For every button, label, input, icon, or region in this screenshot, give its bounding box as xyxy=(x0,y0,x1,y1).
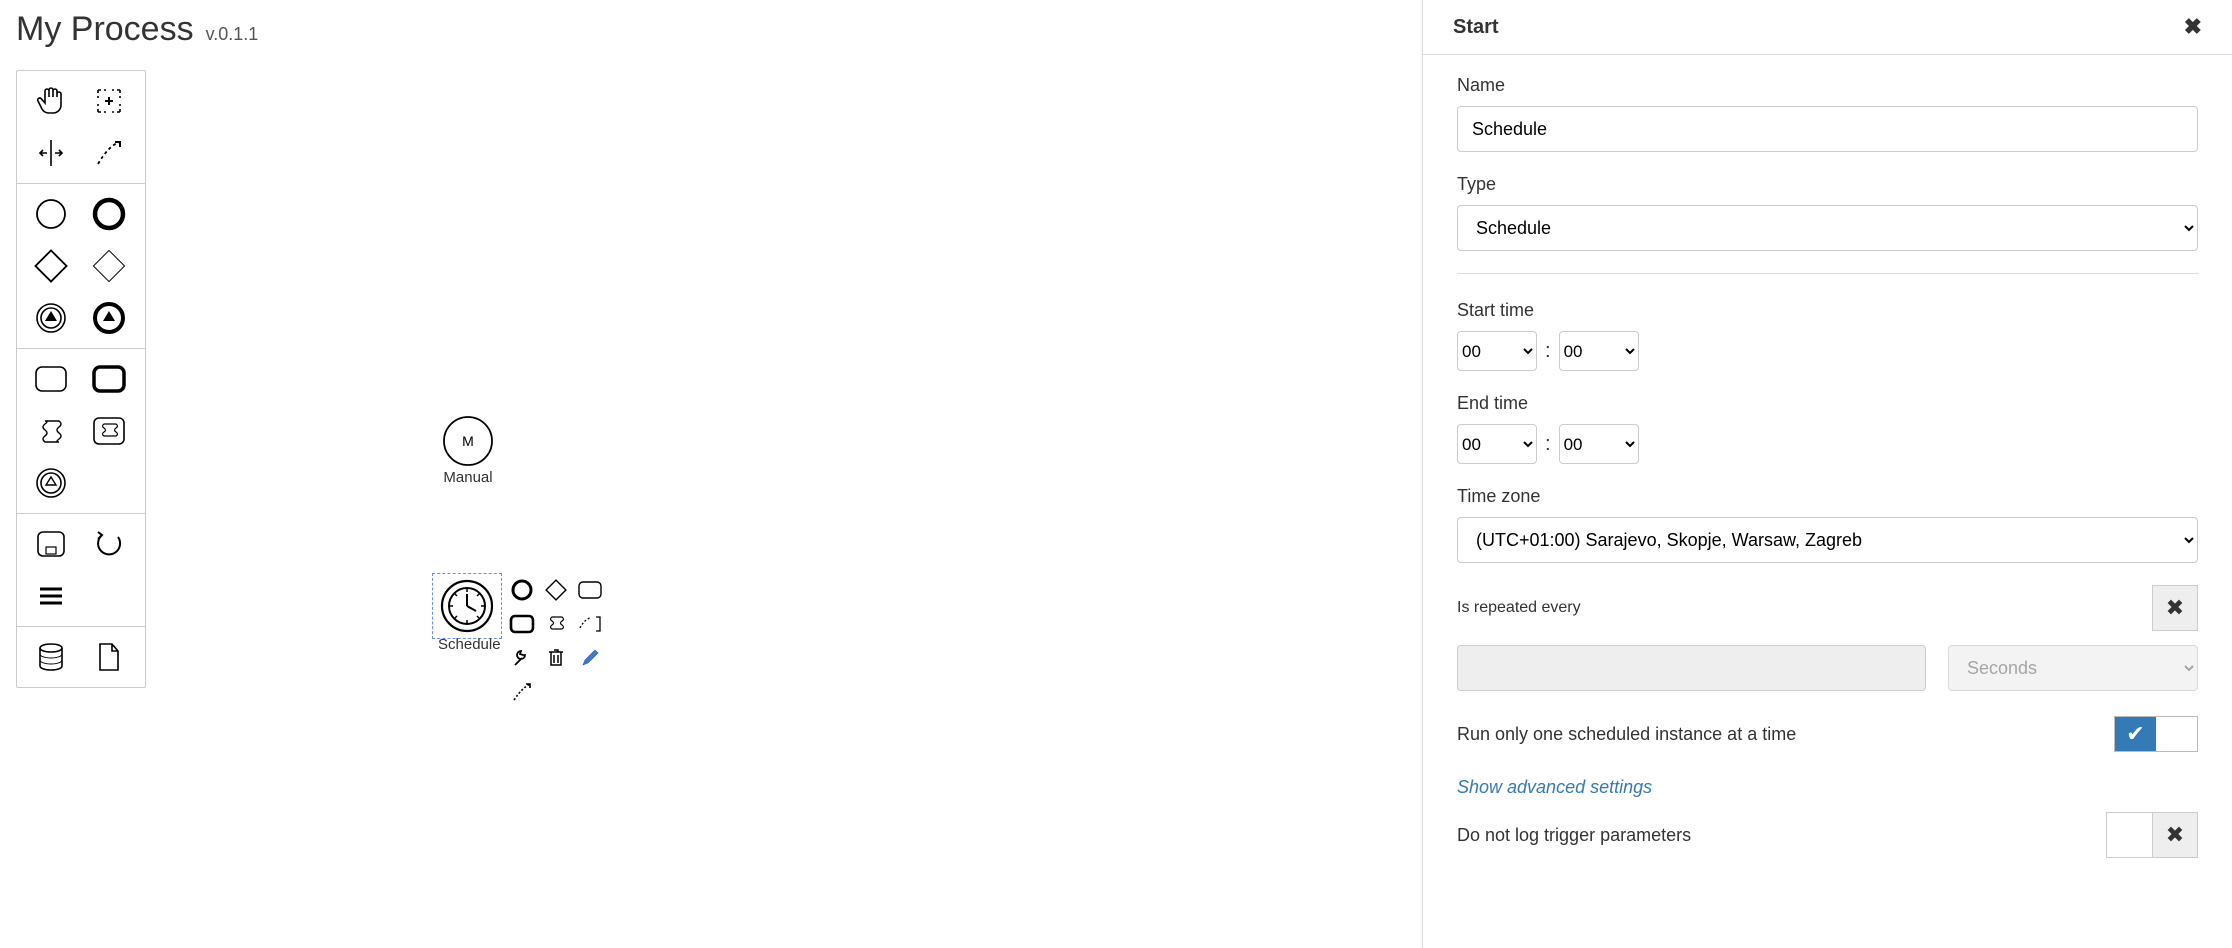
nolog-label: Do not log trigger parameters xyxy=(1457,825,1691,846)
advanced-settings-link[interactable]: Show advanced settings xyxy=(1457,777,1652,797)
check-icon: ✔ xyxy=(2126,723,2144,745)
start-time-label: Start time xyxy=(1457,300,2198,321)
context-end-event-icon[interactable] xyxy=(508,576,536,604)
nolog-value-box[interactable] xyxy=(2106,812,2152,858)
context-wrench-icon[interactable] xyxy=(508,644,536,672)
node-schedule-start[interactable]: Schedule xyxy=(438,578,496,653)
time-colon-2: : xyxy=(1543,433,1553,456)
type-label: Type xyxy=(1457,174,2198,195)
timezone-select[interactable]: (UTC+01:00) Sarajevo, Skopje, Warsaw, Za… xyxy=(1457,517,2198,563)
name-label: Name xyxy=(1457,75,2198,96)
end-minute-select[interactable]: 00 xyxy=(1559,424,1639,464)
context-annotation-icon[interactable] xyxy=(576,610,604,638)
end-hour-select[interactable]: 00 xyxy=(1457,424,1537,464)
svg-text:M: M xyxy=(462,433,474,449)
time-colon: : xyxy=(1543,340,1553,363)
timezone-label: Time zone xyxy=(1457,486,2198,507)
context-trash-icon[interactable] xyxy=(542,644,570,672)
context-edit-icon[interactable] xyxy=(576,644,604,672)
context-connect-icon[interactable] xyxy=(508,678,536,706)
close-icon[interactable]: ✖ xyxy=(2184,14,2202,40)
context-task-icon[interactable] xyxy=(576,576,604,604)
canvas[interactable]: M Manual Schedule xyxy=(0,0,1422,948)
x-icon-2: ✖ xyxy=(2166,822,2184,848)
context-task-bold-icon[interactable] xyxy=(508,610,536,638)
single-instance-toggle[interactable]: ✔ xyxy=(2114,716,2198,752)
repeat-unit-select[interactable]: Seconds xyxy=(1948,645,2198,691)
type-select[interactable]: Schedule xyxy=(1457,205,2198,251)
name-input[interactable] xyxy=(1457,106,2198,152)
start-minute-select[interactable]: 00 xyxy=(1559,331,1639,371)
properties-title: Start xyxy=(1453,16,1499,39)
properties-panel: Start ✖ Name Type Schedule Start time 00… xyxy=(1422,0,2232,948)
node-manual-start[interactable]: M Manual xyxy=(440,415,496,486)
single-instance-label: Run only one scheduled instance at a tim… xyxy=(1457,724,1796,745)
node-schedule-label: Schedule xyxy=(438,636,496,653)
nolog-remove-button[interactable]: ✖ xyxy=(2152,812,2198,858)
repeat-remove-button[interactable]: ✖ xyxy=(2152,585,2198,631)
context-gateway-icon[interactable] xyxy=(542,576,570,604)
end-time-label: End time xyxy=(1457,393,2198,414)
properties-header: Start ✖ xyxy=(1423,0,2232,55)
context-script-icon[interactable] xyxy=(542,610,570,638)
context-pad xyxy=(508,576,604,706)
x-icon: ✖ xyxy=(2166,595,2184,621)
editor-area: My Process v.0.1.1 xyxy=(0,0,1422,948)
repeat-value-input[interactable] xyxy=(1457,645,1926,691)
start-hour-select[interactable]: 00 xyxy=(1457,331,1537,371)
node-manual-label: Manual xyxy=(440,469,496,486)
repeat-label: Is repeated every xyxy=(1457,599,1581,617)
